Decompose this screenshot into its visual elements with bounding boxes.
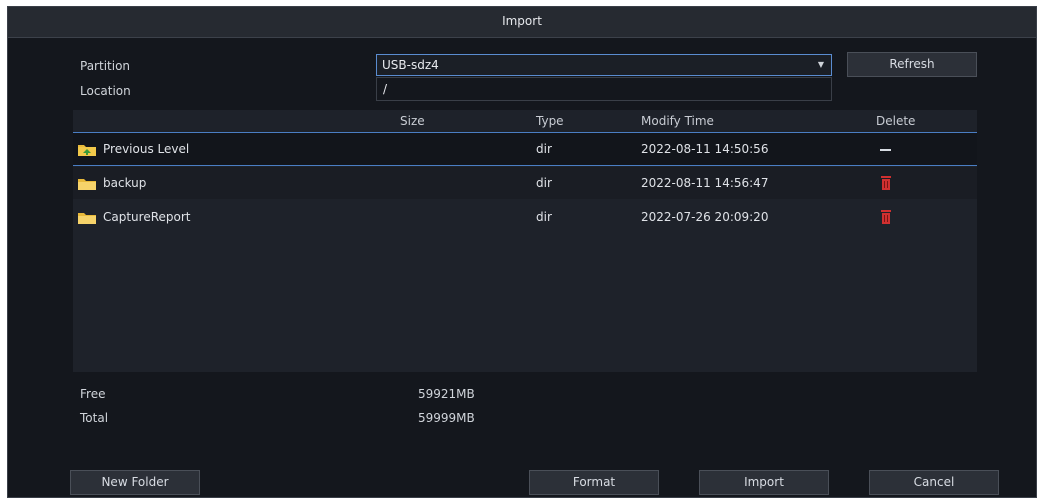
- column-header-type[interactable]: Type: [536, 114, 564, 128]
- file-name: CaptureReport: [103, 210, 191, 224]
- file-modify-time: 2022-08-11 14:56:47: [641, 176, 769, 190]
- total-value: 59999MB: [418, 411, 475, 425]
- cancel-button[interactable]: Cancel: [869, 470, 999, 495]
- dialog-title: Import: [8, 7, 1036, 38]
- free-label: Free: [80, 387, 106, 401]
- import-button[interactable]: Import: [699, 470, 829, 495]
- file-modify-time: 2022-08-11 14:50:56: [641, 142, 769, 156]
- refresh-button[interactable]: Refresh: [847, 52, 977, 77]
- table-row[interactable]: Previous Level dir 2022-08-11 14:50:56: [73, 133, 977, 166]
- file-type: dir: [536, 210, 552, 224]
- folder-icon: [78, 179, 96, 190]
- column-header-size[interactable]: Size: [400, 114, 425, 128]
- total-label: Total: [80, 411, 109, 425]
- location-value: /: [383, 82, 388, 96]
- chevron-down-icon[interactable]: ▼: [818, 55, 824, 75]
- partition-label: Partition: [80, 59, 131, 73]
- file-modify-time: 2022-07-26 20:09:20: [641, 210, 769, 224]
- location-label: Location: [80, 84, 131, 98]
- trash-icon[interactable]: [879, 175, 893, 191]
- partition-value: USB-sdz4: [382, 58, 439, 72]
- table-row[interactable]: CaptureReport dir 2022-07-26 20:09:20: [73, 201, 977, 233]
- format-button[interactable]: Format: [529, 470, 659, 495]
- column-header-delete[interactable]: Delete: [876, 114, 915, 128]
- dash-icon: [880, 149, 891, 151]
- file-name: Previous Level: [103, 142, 190, 156]
- import-dialog: Import Partition Location USB-sdz4 ▼ / R…: [7, 6, 1037, 498]
- folder-up-icon: [78, 145, 96, 156]
- file-type: dir: [536, 176, 552, 190]
- partition-select[interactable]: USB-sdz4 ▼: [376, 54, 832, 76]
- new-folder-button[interactable]: New Folder: [70, 470, 200, 495]
- free-value: 59921MB: [418, 387, 475, 401]
- folder-icon: [78, 213, 96, 224]
- file-table: Size Type Modify Time Delete Previous Le…: [73, 110, 977, 372]
- table-header: Size Type Modify Time Delete: [73, 110, 977, 133]
- table-row[interactable]: backup dir 2022-08-11 14:56:47: [73, 167, 977, 199]
- location-field[interactable]: /: [376, 77, 832, 101]
- column-header-modify-time[interactable]: Modify Time: [641, 114, 714, 128]
- file-type: dir: [536, 142, 552, 156]
- trash-icon[interactable]: [879, 209, 893, 225]
- file-name: backup: [103, 176, 147, 190]
